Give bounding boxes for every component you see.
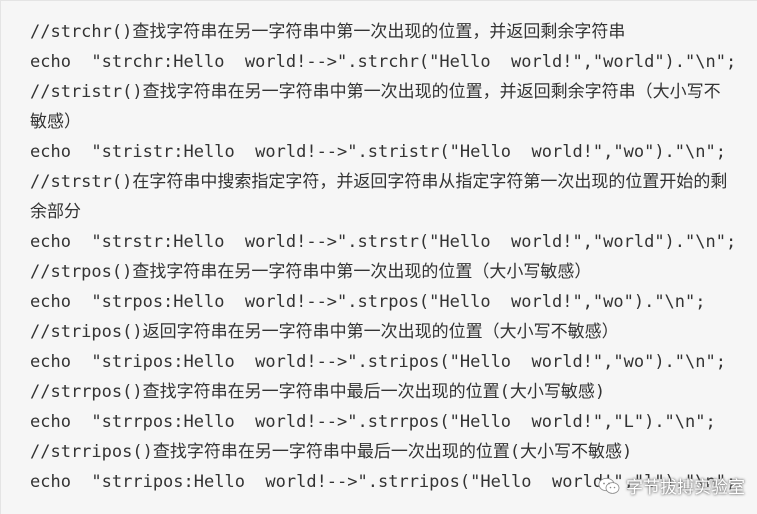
code-echo-strchr: echo "strchr:Hello world!-->".strchr("He…	[30, 52, 737, 72]
code-echo-stristr: echo "stristr:Hello world!-->".stristr("…	[30, 142, 726, 162]
code-comment-strpos: //strpos()查找字符串在另一字符串中第一次出现的位置（大小写敏感）	[30, 262, 592, 282]
code-comment-strrpos: //strrpos()查找字符串在另一字符串中最后一次出现的位置(大小写敏感)	[30, 382, 606, 402]
code-echo-strrpos: echo "strrpos:Hello world!-->".strrpos("…	[30, 412, 716, 432]
code-comment-strripos: //strripos()查找字符串在另一字符串中最后一次出现的位置(大小写不敏感…	[30, 442, 633, 462]
code-comment-strstr: //strstr()在字符串中搜索指定字符，并返回字符串从指定字符第一次出现的位…	[30, 172, 728, 222]
wechat-icon	[598, 477, 620, 494]
code-echo-strpos: echo "strpos:Hello world!-->".strpos("He…	[30, 292, 706, 312]
code-comment-stristr: //stristr()查找字符串在另一字符串中第一次出现的位置，并返回剩余字符串…	[30, 82, 721, 132]
code-echo-stripos: echo "stripos:Hello world!-->".stripos("…	[30, 352, 726, 372]
watermark-text: 字节拔搏实验室	[626, 478, 745, 498]
code-comment-strchr: //strchr()查找字符串在另一字符串中第一次出现的位置，并返回剩余字符串	[30, 22, 626, 42]
code-block: //strchr()查找字符串在另一字符串中第一次出现的位置，并返回剩余字符串 …	[0, 0, 757, 514]
code-echo-strstr: echo "strstr:Hello world!-->".strstr("He…	[30, 232, 737, 252]
code-comment-stripos: //stripos()返回字符串在另一字符串中第一次出现的位置（大小写不敏感）	[30, 322, 619, 342]
watermark: 字节拔搏实验室	[598, 473, 745, 498]
